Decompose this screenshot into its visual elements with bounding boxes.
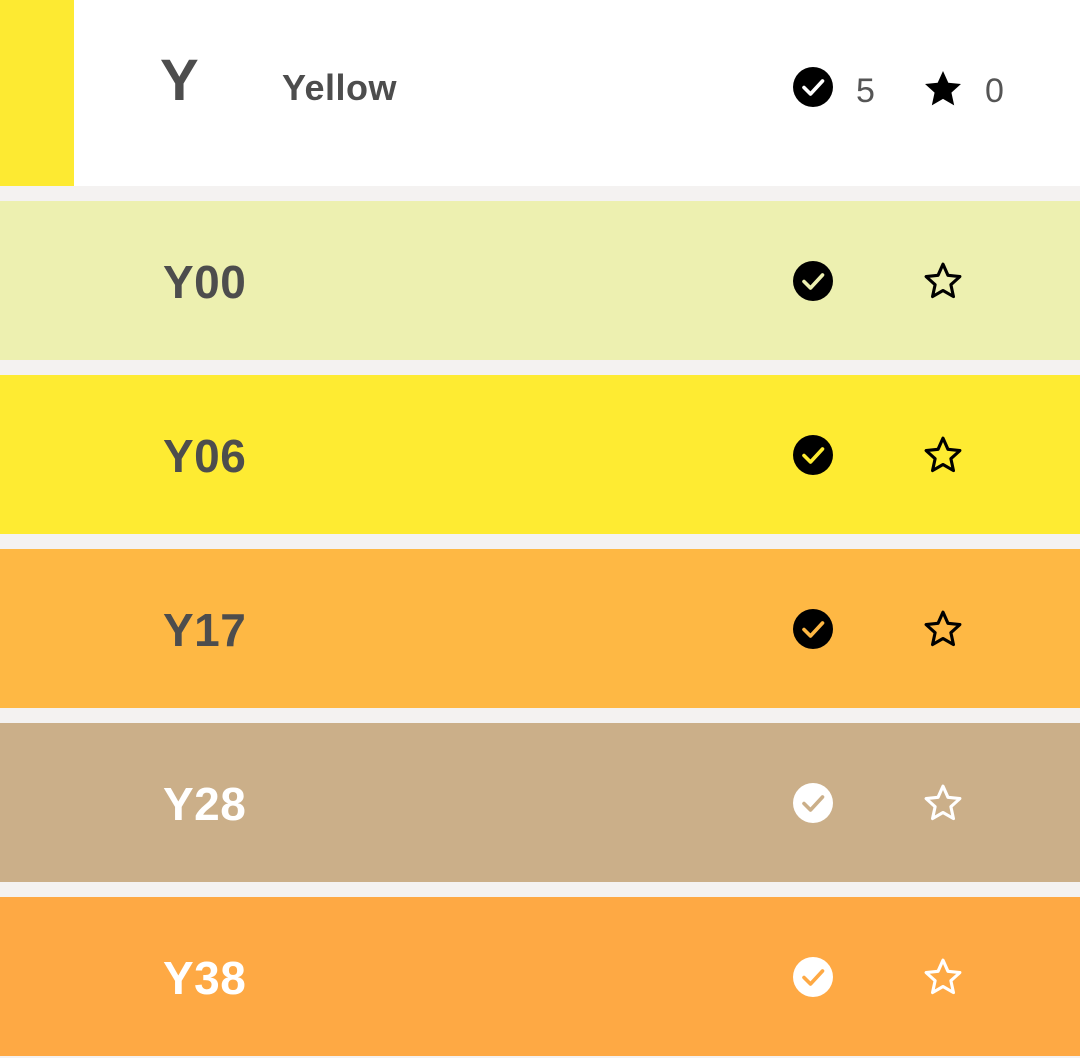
color-code: Y38 — [163, 952, 247, 1004]
owned-toggle-check-icon[interactable] — [793, 435, 833, 475]
color-row[interactable]: Y38 — [0, 897, 1080, 1056]
owned-count: 5 — [856, 72, 875, 110]
check-circle-icon — [793, 67, 833, 107]
favorite-count: 0 — [985, 72, 1004, 110]
favorite-star-outline-icon[interactable] — [921, 781, 965, 825]
favorite-star-outline-icon[interactable] — [921, 259, 965, 303]
owned-toggle-check-icon[interactable] — [793, 957, 833, 997]
color-code: Y28 — [163, 778, 247, 830]
owned-toggle-check-icon[interactable] — [793, 609, 833, 649]
color-row[interactable]: Y17 — [0, 549, 1080, 708]
owned-toggle-check-icon[interactable] — [793, 261, 833, 301]
favorite-star-outline-icon[interactable] — [921, 607, 965, 651]
group-header: Y Yellow 5 0 — [0, 0, 1080, 186]
color-code: Y00 — [163, 256, 247, 308]
color-row[interactable]: Y28 — [0, 723, 1080, 882]
owned-toggle-check-icon[interactable] — [793, 783, 833, 823]
color-code: Y17 — [163, 604, 247, 656]
color-row[interactable]: Y00 — [0, 201, 1080, 360]
group-name: Yellow — [282, 67, 398, 108]
favorite-star-outline-icon[interactable] — [921, 433, 965, 477]
star-filled-icon — [921, 67, 965, 111]
favorite-star-outline-icon[interactable] — [921, 955, 965, 999]
group-color-swatch — [0, 0, 74, 186]
group-letter: Y — [160, 48, 199, 113]
color-row[interactable]: Y06 — [0, 375, 1080, 534]
color-code: Y06 — [163, 430, 247, 482]
